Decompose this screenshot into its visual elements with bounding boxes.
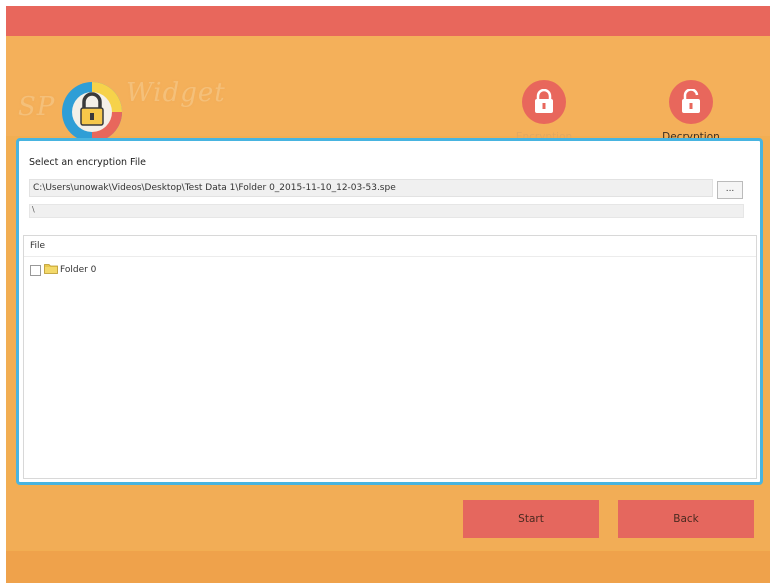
lock-closed-icon [522, 80, 566, 124]
brand-prefix: SP [18, 92, 56, 122]
file-path-field[interactable]: C:\Users\unowak\Videos\Desktop\Test Data… [29, 179, 713, 197]
brand-name: Widget [126, 78, 226, 108]
progress-bar: \ [29, 204, 744, 218]
tree-item-label: Folder 0 [60, 265, 97, 275]
select-file-label: Select an encryption File [29, 157, 146, 168]
padlock-logo-icon [61, 81, 123, 143]
start-button[interactable]: Start [463, 500, 599, 538]
lock-open-icon [669, 80, 713, 124]
header: SP Widget Encryption Decryption [6, 36, 770, 143]
tree-item-checkbox[interactable] [30, 264, 41, 276]
browse-button[interactable]: ... [717, 181, 743, 199]
tree-header-file: File [24, 236, 756, 257]
folder-icon [44, 263, 58, 277]
decryption-panel: Select an encryption File C:\Users\unowa… [16, 138, 763, 485]
progress-text: \ [32, 205, 35, 214]
back-button[interactable]: Back [618, 500, 754, 538]
bottom-bar [6, 551, 770, 583]
tree-item[interactable]: Folder 0 [30, 262, 96, 278]
app-window: SP Widget Encryption Decryption Select a… [6, 6, 770, 583]
file-tree[interactable]: File Folder 0 [23, 235, 757, 479]
title-bar[interactable] [6, 6, 770, 36]
